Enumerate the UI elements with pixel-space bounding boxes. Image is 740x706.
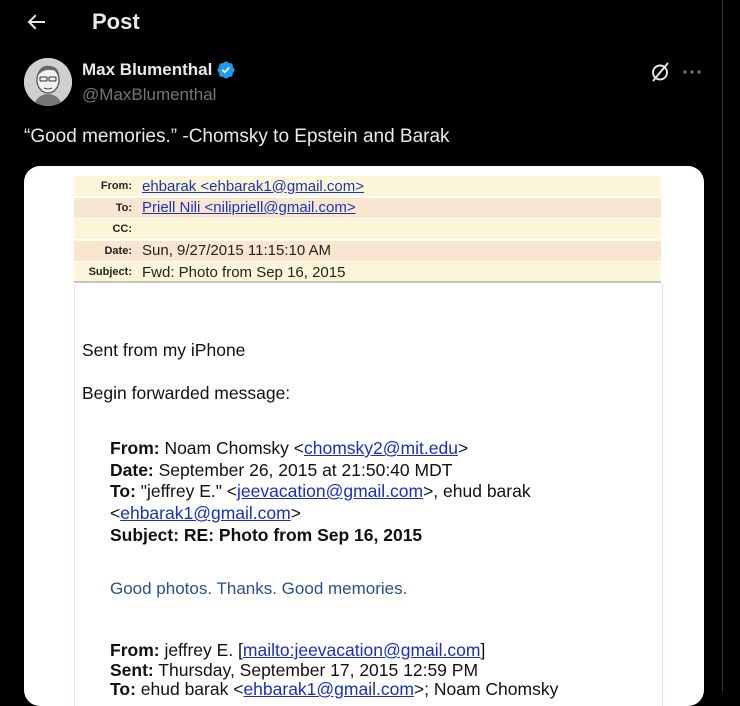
fwd1-from-name: Noam Chomsky < — [159, 438, 304, 458]
avatar[interactable] — [24, 58, 72, 106]
fwd2-sent-label: Sent: — [110, 660, 154, 680]
header-value: Fwd: Photo from Sep 16, 2015 — [142, 263, 346, 281]
header-row-subject: Subject: Fwd: Photo from Sep 16, 2015 — [74, 262, 661, 283]
author-handle[interactable]: @MaxBlumenthal — [82, 85, 216, 105]
header-label: CC: — [112, 223, 132, 236]
fwd1-subject-label: Subject: — [110, 525, 180, 545]
fwd1-from-email-link: chomsky2@mit.edu — [304, 438, 458, 458]
page-title: Post — [92, 9, 140, 34]
sent-from-line: Sent from my iPhone — [82, 340, 246, 360]
fwd2-to-label: To: — [110, 679, 136, 699]
fwd1-date-line: Date: September 26, 2015 at 21:50:40 MDT — [110, 460, 452, 481]
fwd2-to-line: To: ehud barak <ehbarak1@gmail.com>; Noa… — [110, 679, 558, 700]
fwd2-from-close: ] — [480, 640, 486, 660]
fwd2-sent-value: Thursday, September 17, 2015 12:59 PM — [153, 660, 479, 680]
fwd2-from-line: From: jeffrey E. [mailto:jeevacation@gma… — [110, 640, 485, 661]
fwd1-to-open: < — [110, 503, 121, 523]
header-value: Priell Nili <nilipriell@gmail.com> — [142, 199, 356, 217]
fwd1-from-close: > — [457, 438, 469, 458]
fwd1-to-email-link: jeevacation@gmail.com — [237, 481, 424, 501]
fwd2-to-pre: ehud barak < — [135, 679, 244, 699]
fwd2-to-email-link: ehbarak1@gmail.com — [243, 679, 414, 699]
grok-icon[interactable] — [648, 60, 672, 84]
fwd1-subject-line: Subject: RE: Photo from Sep 16, 2015 — [110, 525, 422, 546]
fwd1-to-close: > — [290, 503, 301, 523]
author-name-row: Max Blumenthal — [82, 60, 236, 80]
quoted-reply-text: Good photos. Thanks. Good memories. — [110, 579, 408, 598]
top-bar: Post — [0, 0, 722, 46]
email-screenshot-image[interactable]: From: ehbarak <ehbarak1@gmail.com> To: P… — [24, 166, 704, 706]
fwd1-date-value: September 26, 2015 at 21:50:40 MDT — [153, 460, 453, 480]
fwd1-date-label: Date: — [110, 460, 154, 480]
fwd1-to-line-2: <ehbarak1@gmail.com> — [110, 503, 301, 524]
header-label: From: — [100, 180, 132, 192]
back-arrow-icon[interactable] — [24, 10, 48, 34]
more-options-icon[interactable] — [680, 60, 704, 84]
avatar-portrait-icon — [24, 58, 72, 106]
header-row-to: To: Priell Nili <nilipriell@gmail.com> — [74, 197, 661, 218]
fwd2-from-label: From: — [110, 640, 160, 660]
author-display-name[interactable]: Max Blumenthal — [82, 60, 212, 80]
fwd2-mailto-link: mailto:jeevacation@gmail.com — [242, 640, 481, 660]
fwd1-from-line: From: Noam Chomsky <chomsky2@mit.edu> — [110, 438, 468, 459]
fwd1-to-mid: >, ehud barak — [423, 481, 531, 501]
verified-badge-icon[interactable] — [216, 60, 236, 80]
header-value: ehbarak <ehbarak1@gmail.com> — [142, 177, 365, 195]
header-label: Subject: — [88, 266, 132, 279]
header-divider — [74, 281, 661, 283]
begin-forwarded-line: Begin forwarded message: — [82, 383, 291, 403]
fwd2-to-rest: >; Noam Chomsky — [413, 679, 559, 699]
fwd2-from-pre: jeffrey E. [ — [159, 640, 243, 660]
header-row-cc: CC: — [74, 219, 661, 240]
column-border — [722, 0, 723, 692]
header-value: Sun, 9/27/2015 11:15:10 AM — [142, 242, 332, 260]
header-label: To: — [115, 201, 132, 214]
fwd1-to-email2-link: ehbarak1@gmail.com — [120, 503, 291, 523]
fwd1-to-pre: "jeffrey E." < — [135, 481, 238, 501]
fwd1-to-line: To: "jeffrey E." <jeevacation@gmail.com>… — [110, 481, 531, 502]
email-header-table: From: ehbarak <ehbarak1@gmail.com> To: P… — [74, 176, 661, 284]
fwd1-subject-value: RE: Photo from Sep 16, 2015 — [179, 525, 423, 545]
header-row-date: Date: Sun, 9/27/2015 11:15:10 AM — [74, 240, 661, 261]
header-row-from: From: ehbarak <ehbarak1@gmail.com> — [74, 176, 661, 196]
header-label: Date: — [104, 244, 132, 257]
email-body: Sent from my iPhone Begin forwarded mess… — [74, 284, 663, 706]
fwd1-to-label: To: — [110, 481, 136, 501]
tweet-text: “Good memories.” -Chomsky to Epstein and… — [24, 126, 450, 147]
fwd1-from-label: From: — [110, 438, 160, 458]
fwd2-sent-line: Sent: Thursday, September 17, 2015 12:59… — [110, 660, 478, 681]
